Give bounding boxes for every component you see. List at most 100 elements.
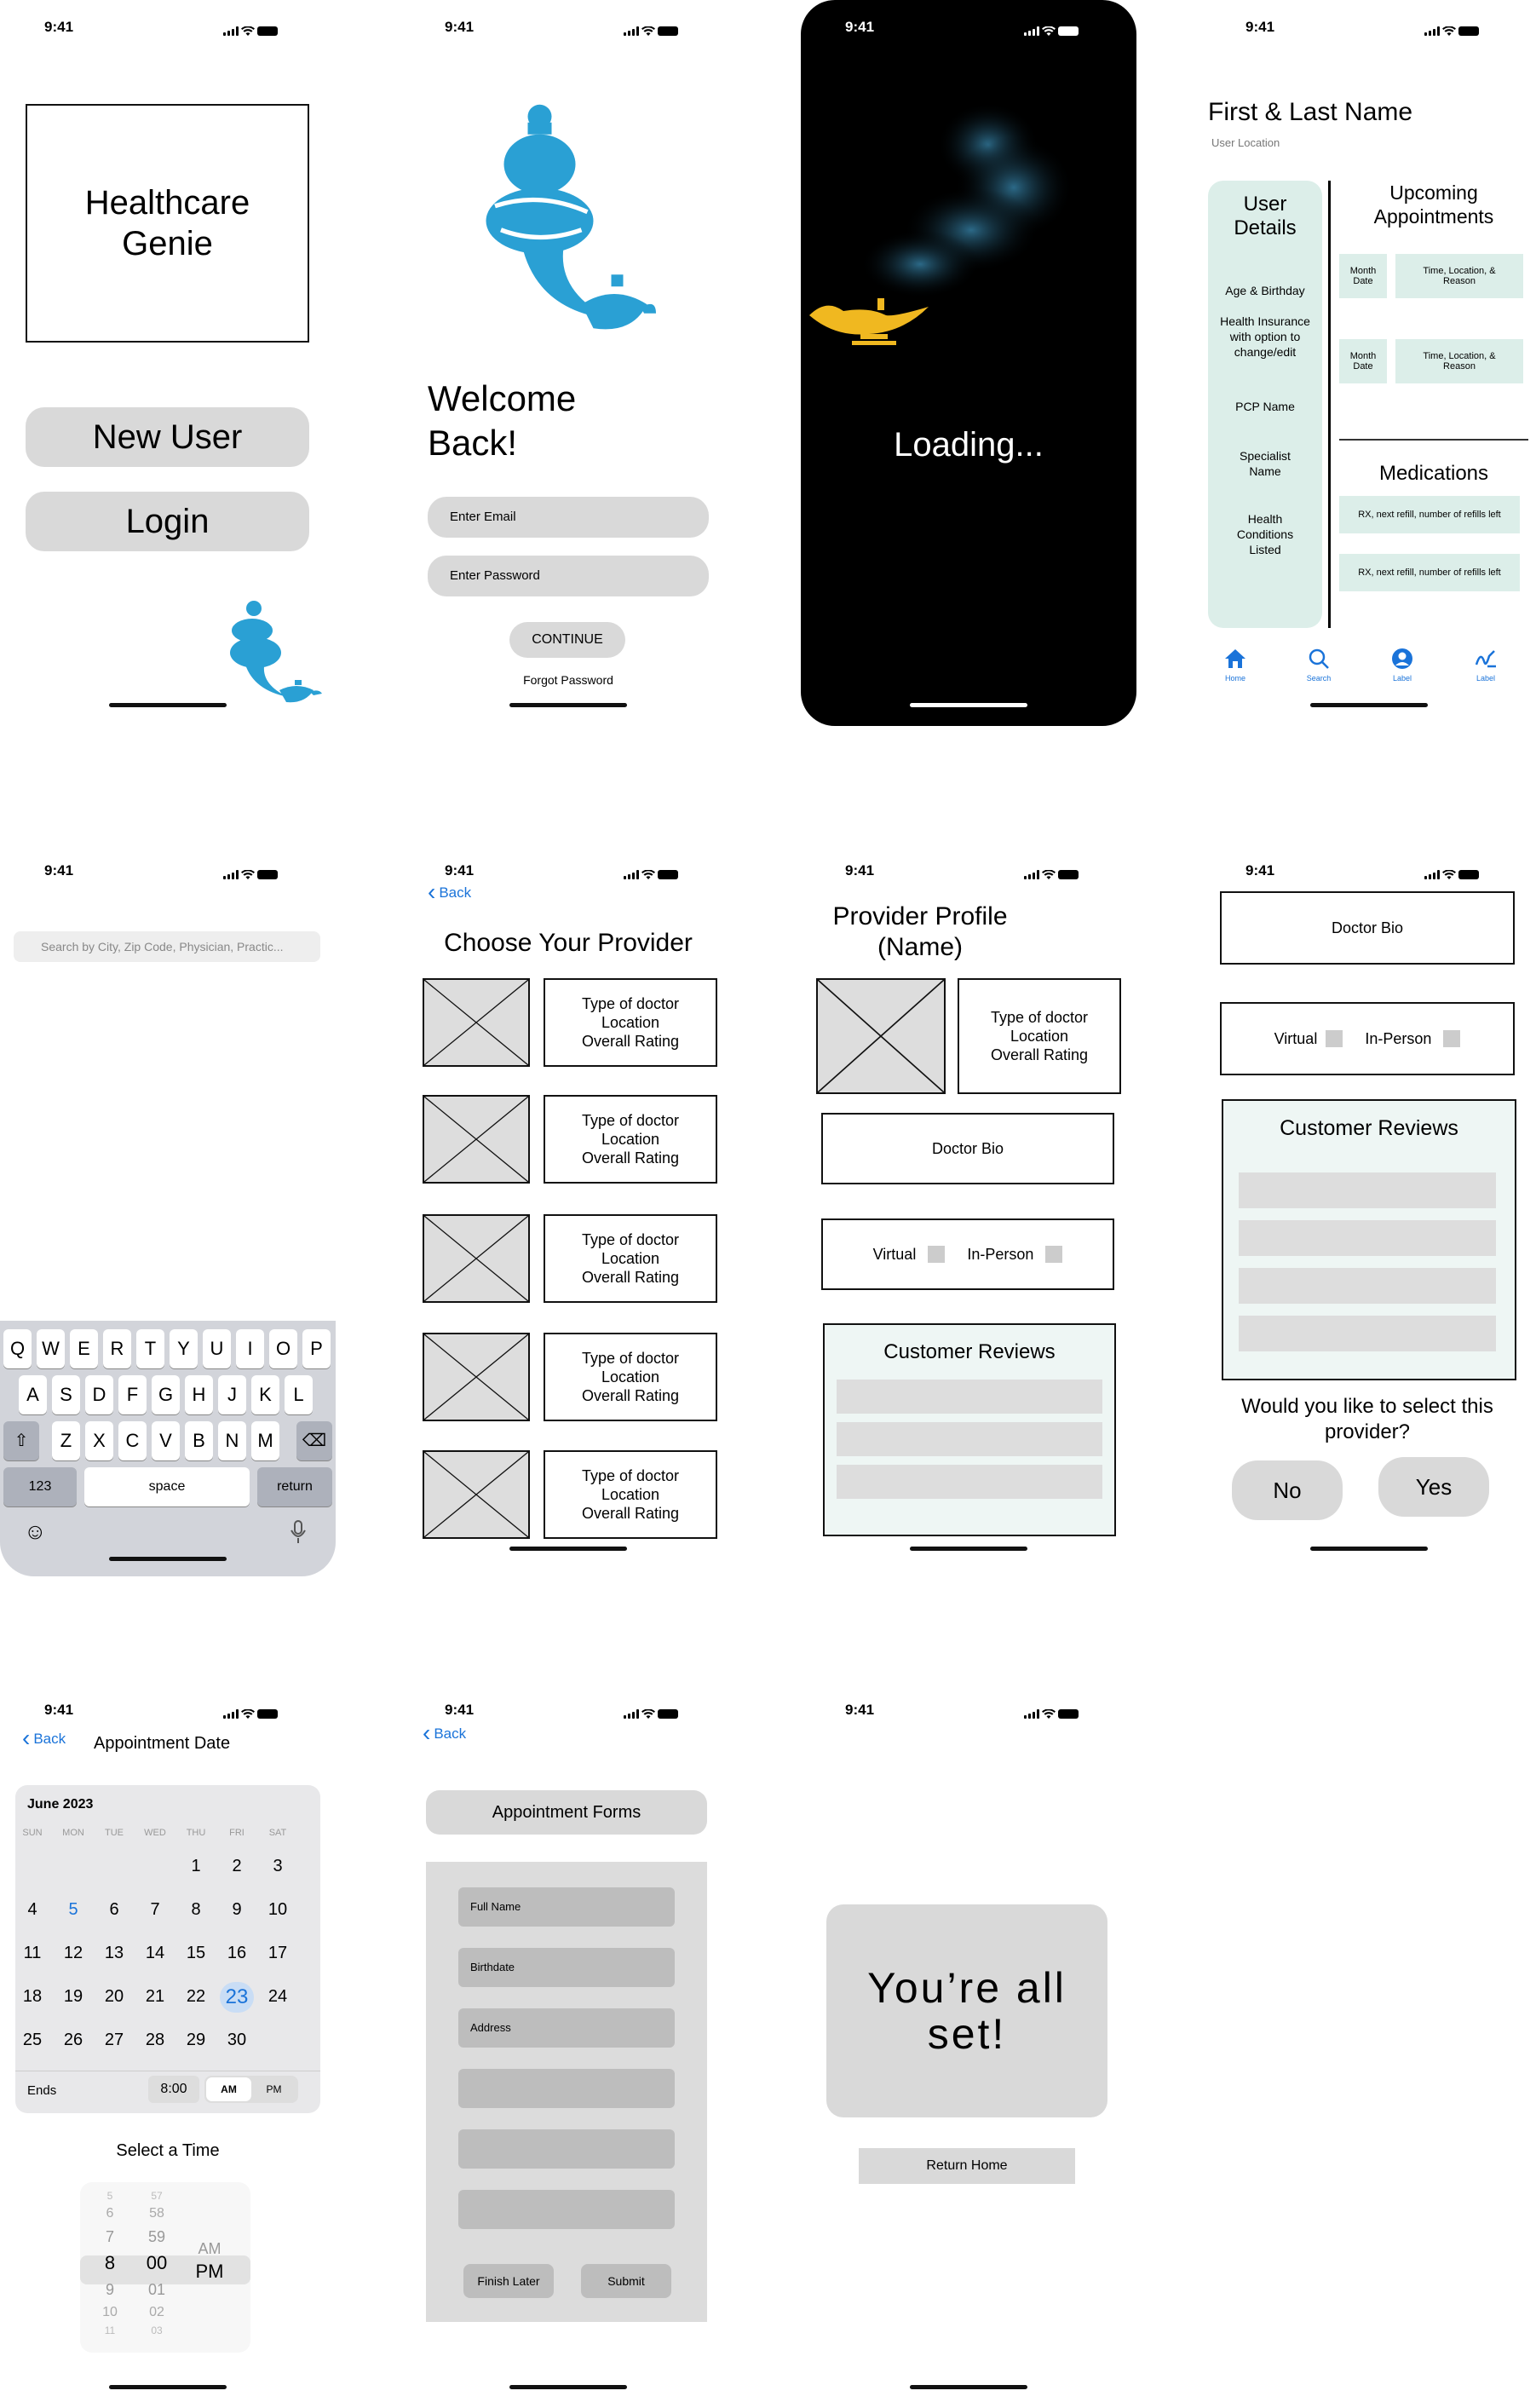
- calendar-day[interactable]: 2: [220, 1857, 254, 1876]
- calendar-day[interactable]: 14: [138, 1944, 172, 1963]
- key[interactable]: X: [85, 1421, 113, 1460]
- form-field[interactable]: [458, 2129, 675, 2169]
- yes-button[interactable]: Yes: [1378, 1457, 1489, 1517]
- key[interactable]: I: [236, 1329, 264, 1368]
- calendar-day[interactable]: 24: [261, 1987, 295, 2007]
- calendar-day[interactable]: 8: [179, 1900, 213, 1920]
- calendar-day[interactable]: 1: [179, 1857, 213, 1876]
- rx-item[interactable]: RX, next refill, number of refills left: [1339, 554, 1520, 591]
- microphone-icon[interactable]: [290, 1520, 307, 1544]
- in-person-checkbox[interactable]: [1045, 1246, 1063, 1263]
- key[interactable]: N: [218, 1421, 246, 1460]
- virtual-checkbox[interactable]: [1326, 1030, 1343, 1047]
- calendar-day[interactable]: 13: [97, 1944, 131, 1963]
- finish-later-button[interactable]: Finish Later: [463, 2264, 554, 2298]
- am-option[interactable]: AM: [206, 2077, 251, 2101]
- password-field[interactable]: Enter Password: [428, 556, 709, 596]
- review-item[interactable]: [1239, 1316, 1496, 1351]
- address-field[interactable]: Address: [458, 2008, 675, 2048]
- key[interactable]: A: [19, 1375, 47, 1414]
- calendar-day[interactable]: 26: [56, 2031, 90, 2050]
- no-button[interactable]: No: [1232, 1460, 1343, 1520]
- calendar-day[interactable]: 12: [56, 1944, 90, 1963]
- key[interactable]: G: [152, 1375, 180, 1414]
- key[interactable]: O: [269, 1329, 297, 1368]
- email-field[interactable]: Enter Email: [428, 497, 709, 538]
- calendar-day[interactable]: 16: [220, 1944, 254, 1963]
- time-field[interactable]: 8:00: [148, 2076, 199, 2103]
- doctor-bio[interactable]: Doctor Bio: [821, 1113, 1114, 1184]
- in-person-checkbox[interactable]: [1443, 1030, 1461, 1047]
- calendar-day[interactable]: 29: [179, 2031, 213, 2050]
- review-item[interactable]: [1239, 1220, 1496, 1256]
- virtual-checkbox[interactable]: [928, 1246, 946, 1263]
- calendar-day[interactable]: 28: [138, 2031, 172, 2050]
- return-home-button[interactable]: Return Home: [859, 2148, 1075, 2184]
- key[interactable]: E: [70, 1329, 98, 1368]
- calendar-day[interactable]: 21: [138, 1987, 172, 2007]
- key[interactable]: K: [251, 1375, 279, 1414]
- key[interactable]: P: [302, 1329, 331, 1368]
- detail-insurance[interactable]: Health Insurance with option to change/e…: [1215, 314, 1315, 360]
- key[interactable]: S: [52, 1375, 80, 1414]
- back-button[interactable]: Back: [428, 876, 471, 903]
- key[interactable]: L: [285, 1375, 313, 1414]
- appointment-info[interactable]: Time, Location, & Reason: [1395, 339, 1523, 383]
- search-input[interactable]: Search by City, Zip Code, Physician, Pra…: [14, 931, 320, 962]
- tab-search[interactable]: Search: [1293, 648, 1344, 683]
- calendar-day[interactable]: 6: [97, 1900, 131, 1920]
- review-item[interactable]: [837, 1422, 1102, 1456]
- calendar-day[interactable]: 20: [97, 1987, 131, 2007]
- form-field[interactable]: [458, 2190, 675, 2229]
- minute-wheel[interactable]: 57 58 59 00 01 02 03: [140, 2182, 174, 2337]
- calendar-day-today[interactable]: 5: [56, 1900, 90, 1920]
- shift-key[interactable]: ⇧: [3, 1421, 39, 1460]
- tab-home[interactable]: Home: [1210, 648, 1261, 683]
- review-item[interactable]: [1239, 1172, 1496, 1208]
- calendar-day[interactable]: 25: [15, 2031, 49, 2050]
- forgot-password-link[interactable]: Forgot Password: [400, 673, 736, 687]
- full-name-field[interactable]: Full Name: [458, 1887, 675, 1927]
- emoji-icon[interactable]: ☺: [24, 1518, 47, 1545]
- key[interactable]: U: [203, 1329, 231, 1368]
- delete-key[interactable]: ⌫: [296, 1421, 332, 1460]
- key[interactable]: Q: [3, 1329, 32, 1368]
- calendar-day[interactable]: 11: [15, 1944, 49, 1963]
- appointment-info[interactable]: Time, Location, & Reason: [1395, 254, 1523, 298]
- calendar-day[interactable]: 22: [179, 1987, 213, 2007]
- doctor-bio[interactable]: Doctor Bio: [1220, 891, 1515, 965]
- review-item[interactable]: [837, 1380, 1102, 1414]
- hour-wheel[interactable]: 5 6 7 8 9 10 11: [97, 2182, 123, 2337]
- form-field[interactable]: [458, 2069, 675, 2108]
- tab-profile[interactable]: Label: [1377, 648, 1428, 683]
- calendar-day[interactable]: 7: [138, 1900, 172, 1920]
- key[interactable]: F: [118, 1375, 147, 1414]
- calendar-day[interactable]: 18: [15, 1987, 49, 2007]
- submit-button[interactable]: Submit: [581, 2264, 671, 2298]
- review-item[interactable]: [837, 1465, 1102, 1499]
- calendar-day[interactable]: 19: [56, 1987, 90, 2007]
- key[interactable]: H: [185, 1375, 213, 1414]
- key[interactable]: J: [218, 1375, 246, 1414]
- numbers-key[interactable]: 123: [3, 1467, 77, 1506]
- calendar-month[interactable]: June 2023: [27, 1797, 93, 1812]
- space-key[interactable]: space: [84, 1467, 250, 1506]
- rx-item[interactable]: RX, next refill, number of refills left: [1339, 496, 1520, 533]
- birthdate-field[interactable]: Birthdate: [458, 1948, 675, 1987]
- key[interactable]: T: [136, 1329, 164, 1368]
- review-item[interactable]: [1239, 1268, 1496, 1304]
- key[interactable]: D: [85, 1375, 113, 1414]
- calendar-day-selected[interactable]: 23: [220, 1982, 254, 2013]
- key[interactable]: M: [251, 1421, 279, 1460]
- new-user-button[interactable]: New User: [26, 407, 309, 467]
- key[interactable]: B: [185, 1421, 213, 1460]
- calendar-day[interactable]: 3: [261, 1857, 295, 1876]
- time-picker[interactable]: 5 6 7 8 9 10 11 57 58 59 00 01 02 03 AM …: [80, 2182, 250, 2353]
- key[interactable]: R: [103, 1329, 131, 1368]
- calendar-day[interactable]: 10: [261, 1900, 295, 1920]
- calendar-day[interactable]: 4: [15, 1900, 49, 1920]
- calendar-day[interactable]: 30: [220, 2031, 254, 2050]
- continue-button[interactable]: CONTINUE: [509, 622, 625, 658]
- calendar-day[interactable]: 15: [179, 1944, 213, 1963]
- tab-signature[interactable]: Label: [1460, 648, 1511, 683]
